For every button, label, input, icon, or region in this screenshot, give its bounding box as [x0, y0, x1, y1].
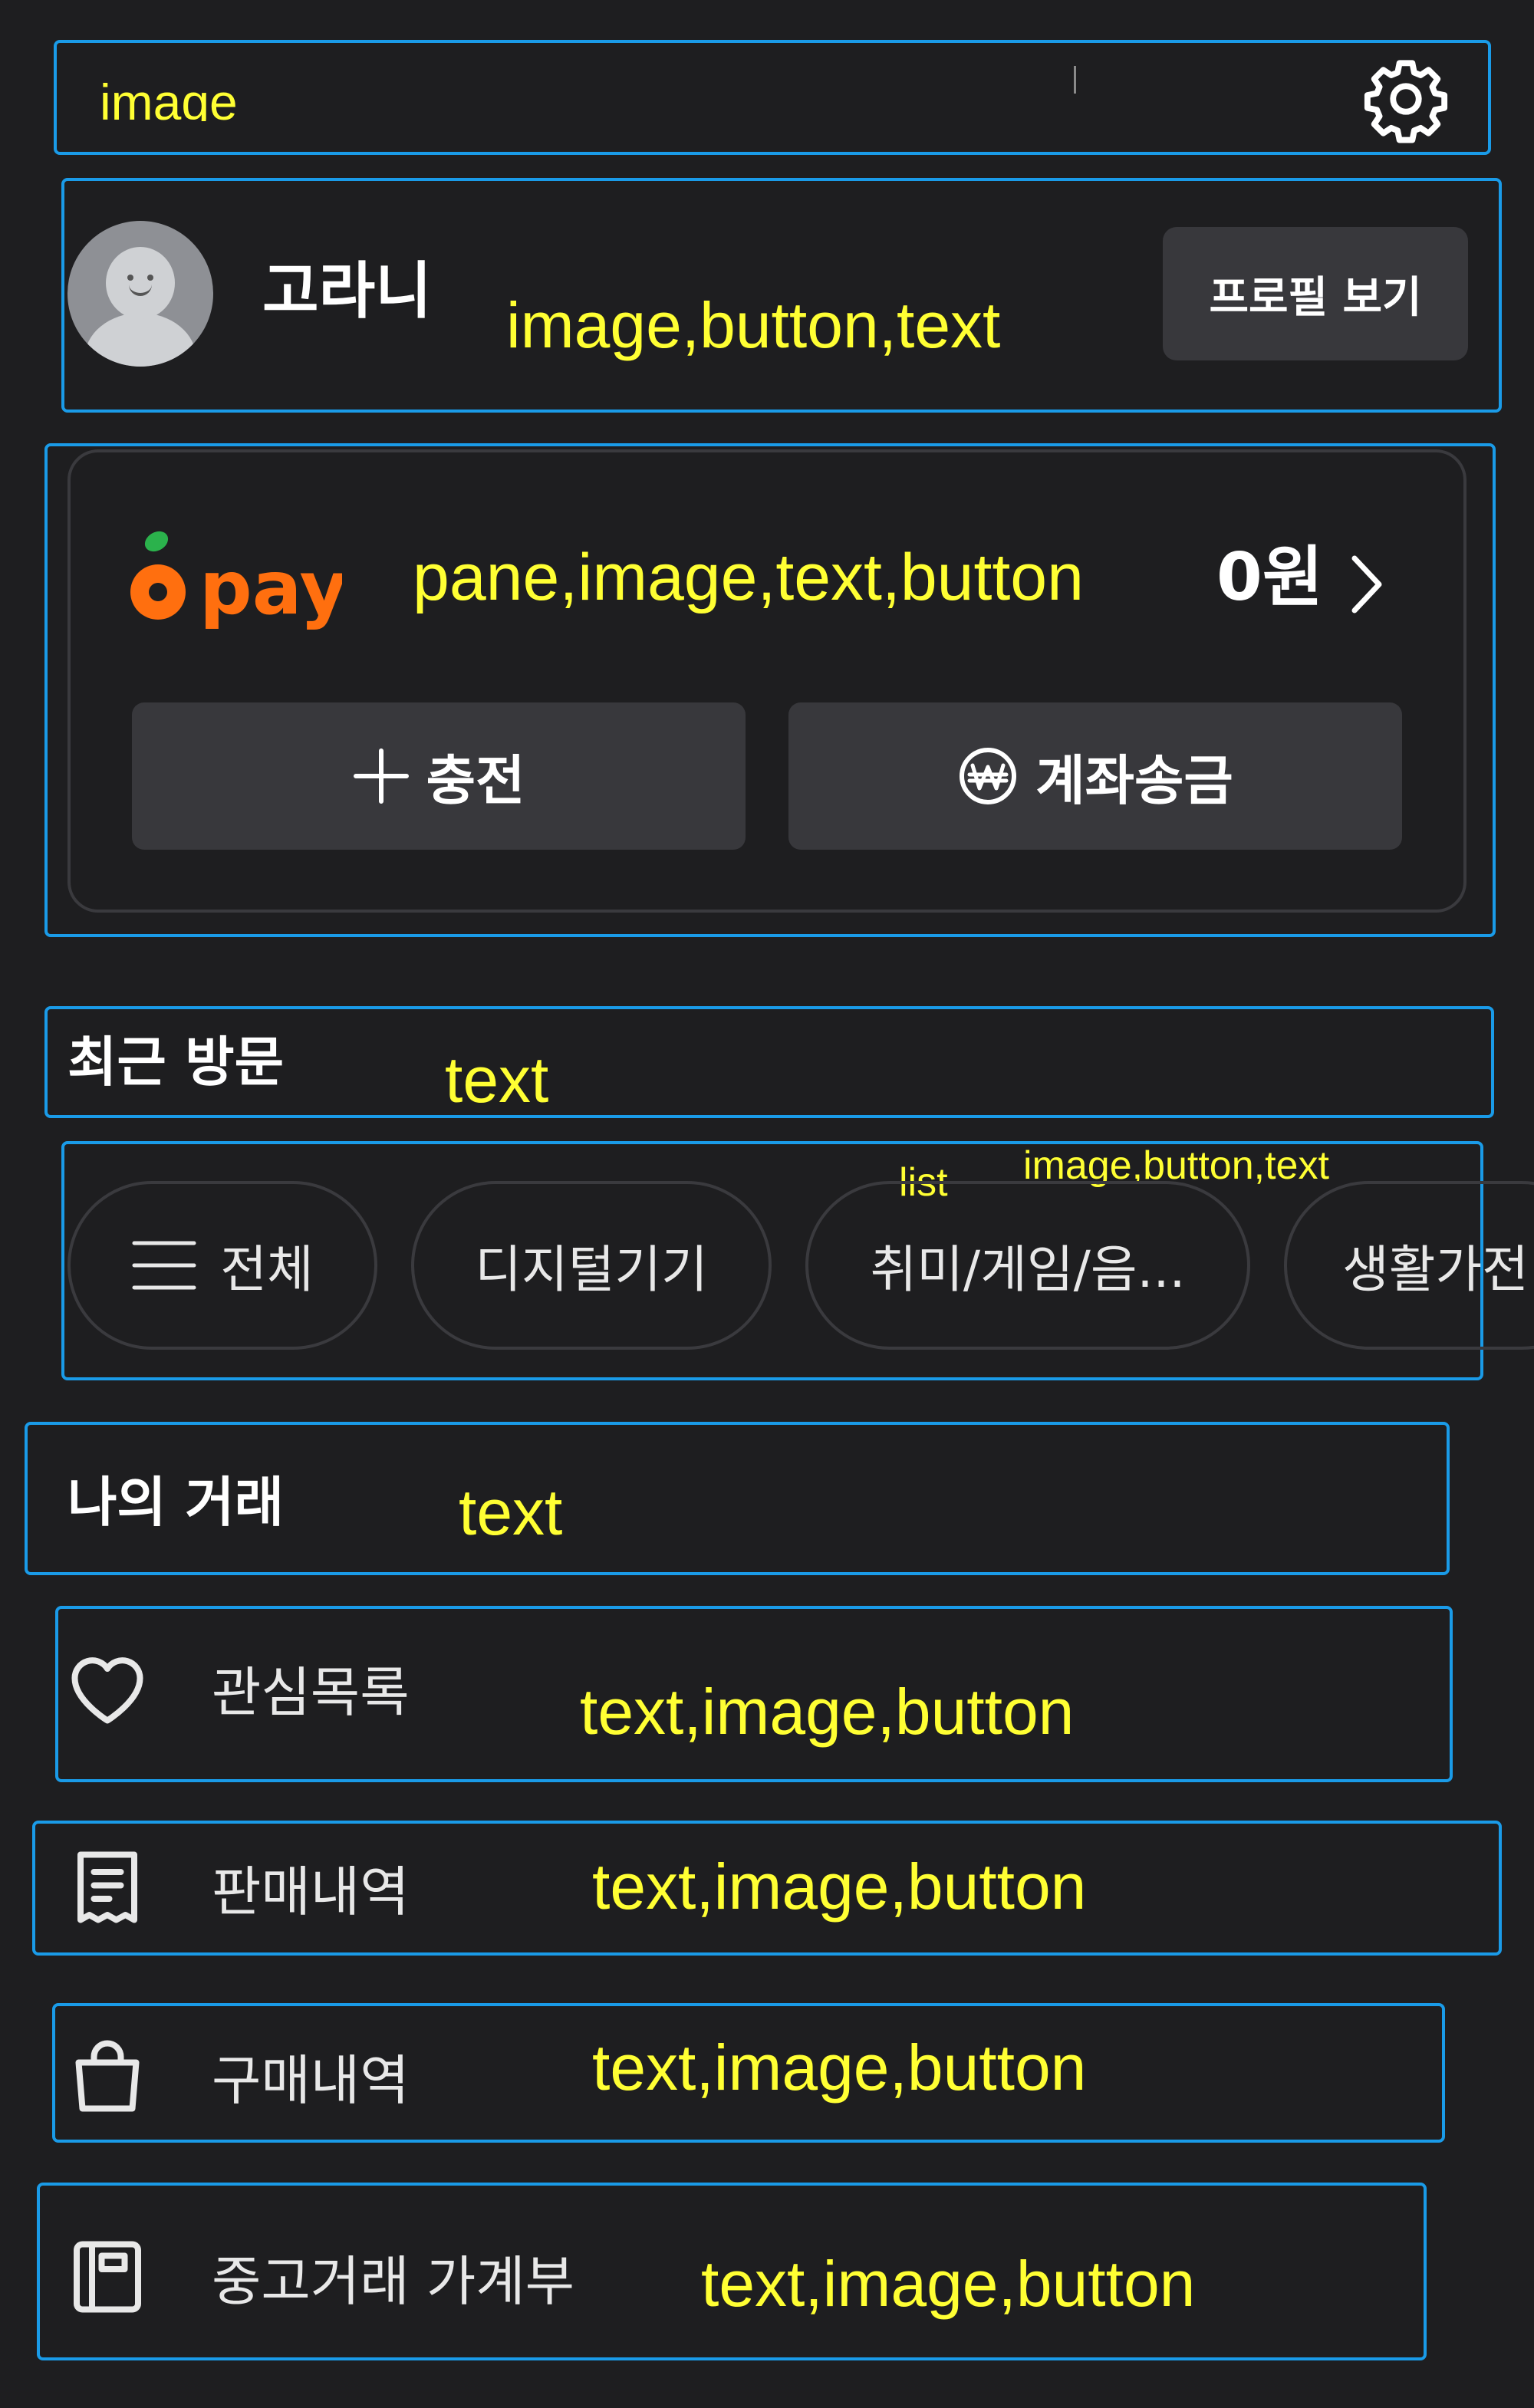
pay-annotation: pane,image,text,button: [413, 541, 1084, 614]
chip-all[interactable]: 전체: [67, 1181, 377, 1350]
profile-annotation: image,button,text: [506, 289, 1001, 361]
pay-logo-text: pay: [199, 545, 342, 631]
header-image-label: image: [100, 77, 238, 121]
view-profile-button[interactable]: 프로필 보기: [1163, 227, 1468, 360]
chip-digital[interactable]: 디지털기기: [411, 1181, 772, 1350]
chips-annotation: image,button,text: [1023, 1143, 1329, 1188]
receipt-icon: [77, 1851, 137, 1923]
charge-button[interactable]: 충전: [132, 702, 746, 850]
heart-icon: [71, 1657, 143, 1724]
text-cursor: [1074, 66, 1076, 94]
settings-button[interactable]: [1361, 54, 1451, 144]
recent-title-annotation: text: [445, 1044, 549, 1116]
chip-hobby[interactable]: 취미/게임/음...: [805, 1181, 1250, 1350]
my-trades-title: 나의 거래: [67, 1471, 284, 1534]
menu-label: 구매내역: [212, 2048, 410, 2112]
pay-balance[interactable]: 0원: [1216, 544, 1323, 610]
ledger-icon: [74, 2241, 141, 2313]
chevron-right-icon[interactable]: [1347, 554, 1385, 615]
item1-annotation: text,image,button: [580, 1676, 1075, 1748]
won-icon: [960, 748, 1017, 804]
menu-item-sales-history[interactable]: 판매내역: [61, 1830, 410, 1945]
menu-label: 판매내역: [212, 1860, 410, 1923]
avatar[interactable]: [67, 221, 213, 367]
menu-item-ledger[interactable]: 중고거래 가계부: [61, 2219, 574, 2334]
menu-label: 중고거래 가계부: [212, 2249, 575, 2313]
recent-visits-title: 최근 방문: [67, 1031, 284, 1094]
menu-icon: [132, 1241, 196, 1290]
nickname: 고라니: [262, 255, 432, 327]
item2-annotation: text,image,button: [592, 1850, 1087, 1923]
chip-label: 생활가전: [1342, 1240, 1529, 1299]
menu-item-purchase-history[interactable]: 구매내역: [61, 2018, 410, 2133]
gear-icon: [1364, 60, 1448, 143]
shopping-bag-icon: [75, 2040, 140, 2112]
item3-annotation: text,image,button: [592, 2031, 1087, 2104]
charge-label: 충전: [426, 748, 525, 812]
item4-annotation: text,image,button: [701, 2248, 1196, 2320]
transfer-label: 계좌송금: [1035, 748, 1233, 812]
trades-title-annotation: text: [459, 1476, 563, 1548]
chip-label: 전체: [220, 1240, 314, 1299]
recent-category-list[interactable]: 전체 디지털기기 취미/게임/음... 생활가전: [67, 1181, 1534, 1357]
chip-label: 취미/게임/음...: [870, 1240, 1186, 1299]
chip-appliances[interactable]: 생활가전: [1284, 1181, 1534, 1350]
transfer-button[interactable]: 계좌송금: [788, 702, 1402, 850]
pay-logo: pay: [127, 528, 347, 635]
plus-icon: [353, 748, 409, 804]
menu-label: 관심목록: [212, 1660, 410, 1724]
menu-item-wishlist[interactable]: 관심목록: [61, 1630, 410, 1745]
chip-label: 디지털기기: [475, 1240, 708, 1299]
